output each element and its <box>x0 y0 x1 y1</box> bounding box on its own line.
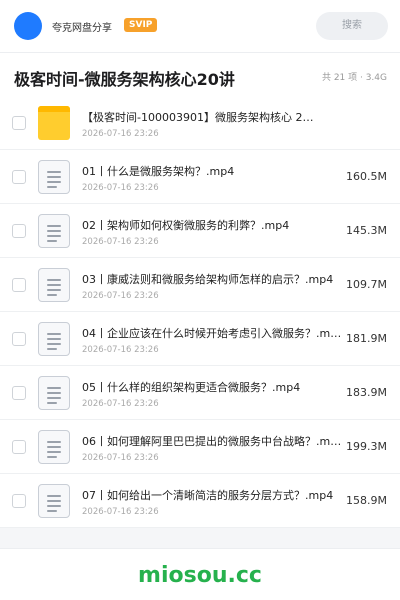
file-name: 【极客时间-100003901】微服务架构核心 2… <box>82 111 314 124</box>
document-icon <box>38 160 70 194</box>
file-name: 02丨架构师如何权衡微服务的利弊？.mp4 <box>82 219 290 232</box>
share-owner-name: 夸克网盘分享 <box>52 23 112 34</box>
list-item[interactable]: 05丨什么样的组织架构更适合微服务？.mp4 2026-07-16 23:26 … <box>0 366 400 420</box>
list-item[interactable]: 07丨如何给出一个清晰简洁的服务分层方式？.mp4 2026-07-16 23:… <box>0 474 400 528</box>
file-name: 05丨什么样的组织架构更适合微服务？.mp4 <box>82 381 301 394</box>
file-size: 145.3M <box>346 224 387 237</box>
file-name: 06丨如何理解阿里巴巴提出的微服务中台战略？.mp4 <box>82 435 342 448</box>
file-date: 2026-07-16 23:26 <box>82 507 159 517</box>
file-list: 【极客时间-100003901】微服务架构核心 2… 2026-07-16 23… <box>0 96 400 528</box>
footer: miosou.cc <box>0 548 400 600</box>
avatar[interactable] <box>14 12 42 40</box>
file-size: 160.5M <box>346 170 387 183</box>
file-date: 2026-07-16 23:26 <box>82 237 159 247</box>
list-item[interactable]: 02丨架构师如何权衡微服务的利弊？.mp4 2026-07-16 23:26 1… <box>0 204 400 258</box>
document-icon <box>38 322 70 356</box>
file-date: 2026-07-16 23:26 <box>82 291 159 301</box>
file-date: 2026-07-16 23:26 <box>82 345 159 355</box>
file-date: 2026-07-16 23:26 <box>82 183 159 193</box>
search-button[interactable]: 搜索 <box>316 12 388 40</box>
document-icon <box>38 430 70 464</box>
file-name: 07丨如何给出一个清晰简洁的服务分层方式？.mp4 <box>82 489 334 502</box>
file-date: 2026-07-16 23:26 <box>82 453 159 463</box>
select-checkbox[interactable] <box>12 386 26 400</box>
file-name: 04丨企业应该在什么时候开始考虑引入微服务？.mp4 <box>82 327 342 340</box>
item-count: 共 21 项 · 3.4G <box>321 73 387 83</box>
select-checkbox[interactable] <box>12 116 26 130</box>
file-size: 109.7M <box>346 278 387 291</box>
list-item[interactable]: 03丨康威法则和微服务给架构师怎样的启示？.mp4 2026-07-16 23:… <box>0 258 400 312</box>
file-size: 183.9M <box>346 386 387 399</box>
file-name: 01丨什么是微服务架构？.mp4 <box>82 165 235 178</box>
select-checkbox[interactable] <box>12 332 26 346</box>
list-item[interactable]: 06丨如何理解阿里巴巴提出的微服务中台战略？.mp4 2026-07-16 23… <box>0 420 400 474</box>
watermark-text: miosou.cc <box>138 563 262 588</box>
svip-badge: SVIP <box>124 18 158 32</box>
select-checkbox[interactable] <box>12 224 26 238</box>
page-title: 极客时间-微服务架构核心20讲 <box>14 70 235 89</box>
select-checkbox[interactable] <box>12 170 26 184</box>
select-checkbox[interactable] <box>12 440 26 454</box>
title-bar: 极客时间-微服务架构核心20讲 共 21 项 · 3.4G <box>0 52 400 100</box>
file-size: 181.9M <box>346 332 387 345</box>
list-item[interactable]: 04丨企业应该在什么时候开始考虑引入微服务？.mp4 2026-07-16 23… <box>0 312 400 366</box>
list-item[interactable]: 【极客时间-100003901】微服务架构核心 2… 2026-07-16 23… <box>0 96 400 150</box>
document-icon <box>38 484 70 518</box>
file-date: 2026-07-16 23:26 <box>82 129 159 139</box>
select-checkbox[interactable] <box>12 278 26 292</box>
select-checkbox[interactable] <box>12 494 26 508</box>
file-size: 199.3M <box>346 440 387 453</box>
document-icon <box>38 376 70 410</box>
folder-icon <box>38 106 70 140</box>
document-icon <box>38 268 70 302</box>
file-name: 03丨康威法则和微服务给架构师怎样的启示？.mp4 <box>82 273 334 286</box>
file-date: 2026-07-16 23:26 <box>82 399 159 409</box>
list-item[interactable]: 01丨什么是微服务架构？.mp4 2026-07-16 23:26 160.5M <box>0 150 400 204</box>
top-bar: 夸克网盘分享 SVIP 搜索 <box>0 0 400 52</box>
file-size: 158.9M <box>346 494 387 507</box>
document-icon <box>38 214 70 248</box>
